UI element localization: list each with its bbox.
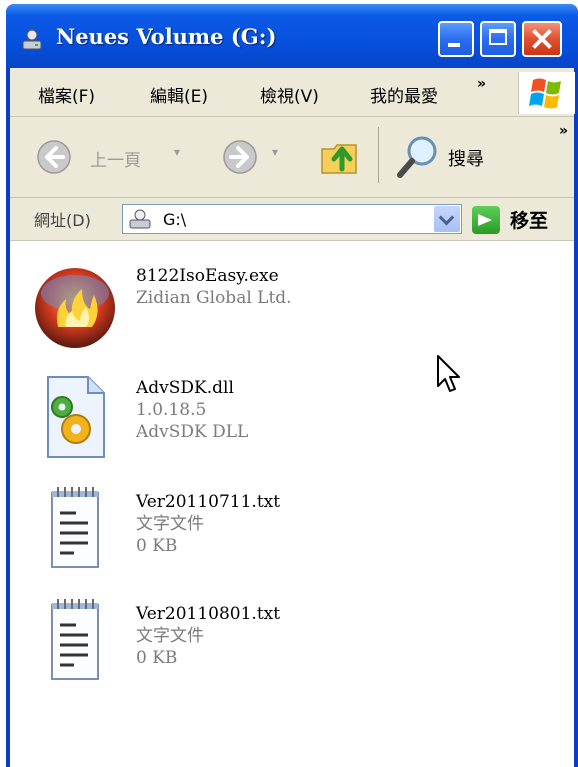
minimize-button[interactable]	[438, 21, 474, 57]
search-button-label[interactable]: 搜尋	[448, 145, 484, 171]
maximize-button[interactable]	[480, 21, 516, 57]
address-label: 網址(D)	[34, 211, 91, 230]
menu-edit[interactable]: 編輯(E)	[150, 82, 208, 107]
list-item[interactable]: Ver20110711.txt 文字文件 0 KB	[10, 487, 430, 581]
toolbar-overflow-chevron[interactable]: »	[559, 123, 568, 139]
forward-dropdown-icon[interactable]: ▾	[272, 145, 278, 159]
search-magnifier-icon[interactable]	[394, 133, 442, 181]
drive-icon	[22, 29, 42, 50]
standard-toolbar: 上一頁 ▾ ▾ 搜尋 »	[10, 117, 574, 198]
title-bar[interactable]: Neues Volume (G:)	[6, 4, 578, 68]
file-publisher: Zidian Global Ltd.	[136, 288, 292, 308]
windows-flag-icon	[529, 78, 561, 109]
drive-icon	[129, 209, 151, 229]
explorer-window: Neues Volume (G:) 檔案(F) 編輯(E) 檢視(V) 我的最愛…	[6, 4, 578, 767]
forward-arrow-icon[interactable]	[222, 139, 258, 175]
file-name: AdvSDK.dll	[136, 378, 234, 398]
file-name: Ver20110801.txt	[136, 604, 281, 624]
window-title: Neues Volume (G:)	[56, 24, 277, 49]
toolbar-separator	[378, 127, 379, 183]
text-file-icon	[51, 599, 99, 680]
menu-bar: 檔案(F) 編輯(E) 檢視(V) 我的最愛 »	[10, 68, 575, 117]
file-size: 0 KB	[136, 648, 178, 668]
file-name: Ver20110711.txt	[136, 492, 281, 512]
mouse-pointer-icon	[437, 355, 460, 392]
file-name: 8122IsoEasy.exe	[136, 266, 279, 286]
back-dropdown-icon[interactable]: ▾	[174, 145, 180, 159]
back-button-label[interactable]: 上一頁	[90, 146, 141, 171]
menu-file[interactable]: 檔案(F)	[38, 82, 95, 107]
file-list-pane[interactable]: 8122IsoEasy.exe Zidian Global Ltd. AdvSD…	[10, 241, 574, 767]
address-input[interactable]: G:\	[122, 204, 462, 234]
close-button[interactable]	[522, 21, 562, 57]
file-version: 1.0.18.5	[136, 400, 207, 420]
file-size: 0 KB	[136, 536, 178, 556]
back-arrow-icon[interactable]	[36, 139, 72, 175]
go-button-label[interactable]: 移至	[510, 206, 548, 233]
file-text: AdvSDK.dll 1.0.18.5 AdvSDK DLL	[136, 377, 248, 443]
menu-favorites[interactable]: 我的最愛	[370, 82, 458, 107]
file-text: 8122IsoEasy.exe Zidian Global Ltd.	[136, 265, 292, 309]
dll-gear-icon	[47, 376, 105, 458]
menu-overflow-chevron[interactable]: »	[477, 76, 486, 92]
burner-flame-icon	[35, 268, 115, 348]
list-item[interactable]: 8122IsoEasy.exe Zidian Global Ltd.	[10, 265, 430, 355]
windows-logo	[518, 72, 575, 114]
file-type: 文字文件	[136, 514, 204, 534]
menu-view[interactable]: 檢視(V)	[260, 82, 319, 107]
text-file-icon	[51, 487, 99, 568]
file-type: 文字文件	[136, 626, 204, 646]
list-item[interactable]: Ver20110801.txt 文字文件 0 KB	[10, 599, 430, 693]
file-text: Ver20110711.txt 文字文件 0 KB	[136, 491, 280, 557]
go-arrow-icon[interactable]	[472, 206, 500, 234]
address-bar: 網址(D) G:\ 移至	[10, 198, 574, 241]
address-value: G:\	[163, 210, 187, 229]
address-dropdown-chevron-icon[interactable]	[434, 206, 460, 232]
list-item[interactable]: AdvSDK.dll 1.0.18.5 AdvSDK DLL	[10, 376, 430, 467]
folder-up-icon[interactable]	[318, 135, 362, 177]
file-description: AdvSDK DLL	[136, 422, 249, 442]
file-text: Ver20110801.txt 文字文件 0 KB	[136, 603, 280, 669]
